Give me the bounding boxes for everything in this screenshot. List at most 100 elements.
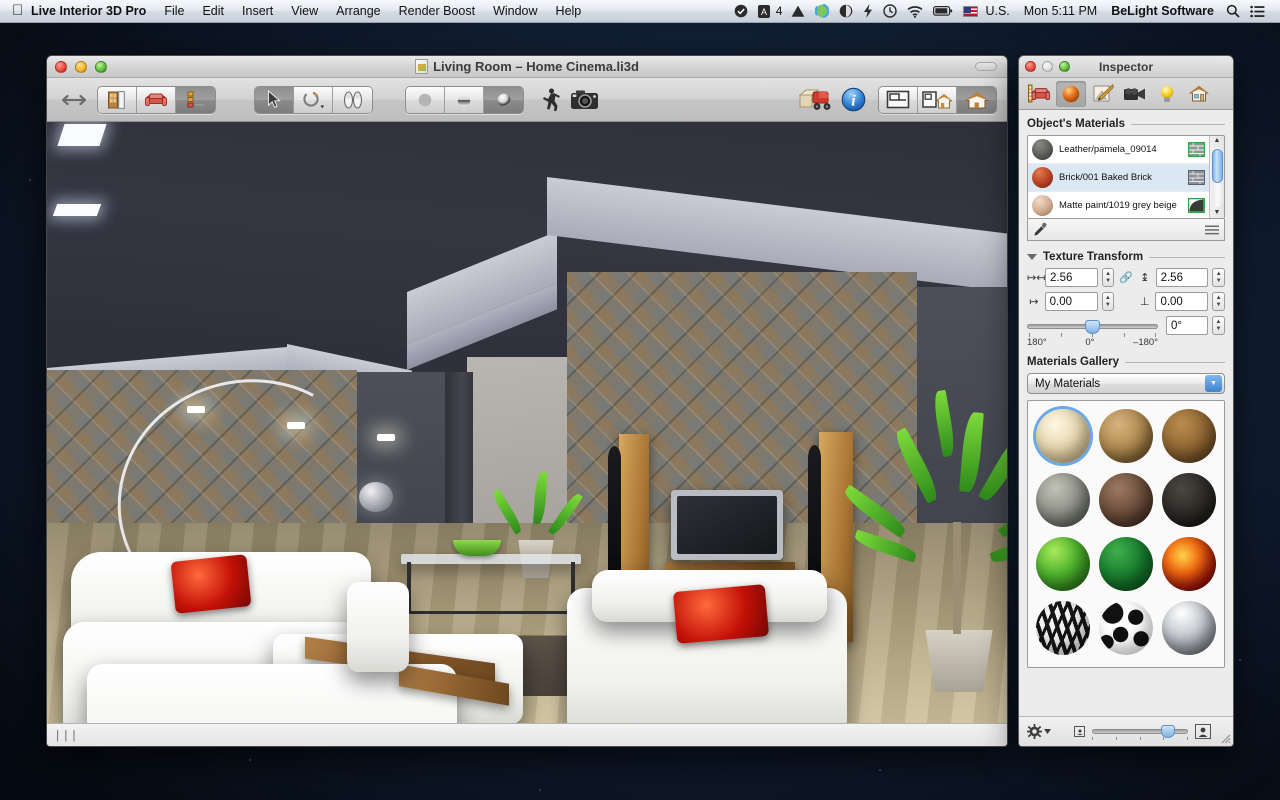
toolbar-walk-tool-button[interactable] <box>333 86 372 113</box>
stepper-down[interactable]: ▼ <box>1216 302 1222 309</box>
scroll-thumb[interactable] <box>1211 149 1223 183</box>
toolbar-furniture-button[interactable] <box>137 86 176 113</box>
stepper-up[interactable]: ▲ <box>1216 319 1222 326</box>
flash-icon[interactable] <box>858 4 878 18</box>
rotation-slider[interactable] <box>1027 320 1158 334</box>
menu-app-name[interactable]: Live Interior 3D Pro <box>22 1 155 22</box>
chevron-down-icon[interactable]: ▼ <box>1205 375 1222 392</box>
texture-offset-x-stepper[interactable]: ▲ ▼ <box>1101 292 1115 311</box>
inspector-tab-camera[interactable] <box>1120 81 1150 107</box>
thumbnail-size-slider[interactable] <box>1092 724 1188 740</box>
stepper-down[interactable]: ▼ <box>1216 278 1222 285</box>
material-swatch-cow-print[interactable] <box>1096 599 1155 657</box>
battery-icon[interactable] <box>928 5 958 17</box>
toolbar-view-split-button[interactable] <box>918 86 957 113</box>
texture-offset-y-input[interactable]: 0.00 <box>1155 292 1209 311</box>
material-row[interactable]: Matte paint/1019 grey beige <box>1028 192 1209 218</box>
resize-tool-icon[interactable] <box>57 86 91 114</box>
scroll-up-arrow[interactable]: ▲ <box>1214 136 1221 146</box>
material-swatch-zebra-print[interactable] <box>1033 599 1092 657</box>
inspector-tab-edit[interactable] <box>1088 81 1118 107</box>
texture-height-stepper[interactable]: ▲ ▼ <box>1212 268 1226 287</box>
texture-transform-header[interactable]: Texture Transform <box>1027 251 1225 263</box>
texture-offset-y-stepper[interactable]: ▲ ▼ <box>1212 292 1226 311</box>
viewport-3d[interactable] <box>47 122 1007 723</box>
input-source-flag-icon[interactable] <box>958 5 985 17</box>
move-objects-truck-icon[interactable] <box>796 86 836 114</box>
material-swatch-light-wood[interactable] <box>1033 407 1092 465</box>
texture-width-input[interactable]: 2.56 <box>1045 268 1098 287</box>
toolbar-object-list-button[interactable] <box>176 86 215 113</box>
toolbar-render-glossy-button[interactable] <box>484 86 523 113</box>
list-menu-icon[interactable] <box>1205 225 1219 235</box>
sync-globe-icon[interactable] <box>810 4 834 18</box>
material-swatch-lava-fire[interactable] <box>1160 535 1219 593</box>
stepper-up[interactable]: ▲ <box>1105 271 1111 278</box>
window-titlebar[interactable]: Living Room – Home Cinema.li3d <box>47 56 1007 78</box>
material-swatch-chrome-metal[interactable] <box>1160 599 1219 657</box>
menu-file[interactable]: File <box>155 1 193 22</box>
time-machine-icon[interactable] <box>878 4 902 18</box>
slider-knob[interactable] <box>1084 320 1100 334</box>
inspector-tab-building[interactable] <box>1184 81 1214 107</box>
toolbar-render-flat-button[interactable] <box>406 86 445 113</box>
inspector-tab-object[interactable] <box>1024 81 1054 107</box>
texture-height-input[interactable]: 2.56 <box>1155 268 1209 287</box>
inspector-titlebar[interactable]: Inspector <box>1019 56 1233 78</box>
notification-center-icon[interactable] <box>1245 5 1270 18</box>
materials-category-select[interactable]: My Materials ▼ <box>1027 373 1225 394</box>
menu-insert[interactable]: Insert <box>233 1 282 22</box>
material-swatch-stone-tile[interactable] <box>1033 471 1092 529</box>
stepper-down[interactable]: ▼ <box>1105 302 1111 309</box>
texture-offset-x-input[interactable]: 0.00 <box>1044 292 1098 311</box>
inspector-tab-light[interactable] <box>1152 81 1182 107</box>
dropbox-icon[interactable] <box>729 4 753 18</box>
google-drive-icon[interactable] <box>786 5 810 18</box>
texture-width-stepper[interactable]: ▲ ▼ <box>1101 268 1115 287</box>
rotation-input[interactable]: 0° <box>1166 316 1208 335</box>
menubar-clock[interactable]: Mon 5:11 PM <box>1017 4 1104 18</box>
eyedropper-icon[interactable] <box>1033 222 1048 237</box>
toolbar-view-2d-plan-button[interactable] <box>879 86 918 113</box>
status-bar-grip[interactable]: ||| <box>54 729 79 743</box>
rotation-stepper[interactable]: ▲ ▼ <box>1212 316 1225 335</box>
stepper-up[interactable]: ▲ <box>1216 295 1222 302</box>
stepper-down[interactable]: ▼ <box>1105 278 1111 285</box>
material-swatch-dark-green[interactable] <box>1096 535 1155 593</box>
resize-grip[interactable] <box>1219 732 1231 744</box>
scroll-track[interactable] <box>1211 147 1223 207</box>
objects-materials-list[interactable]: Leather/pamela_09014 Brick/001 Baked Bri… <box>1027 135 1225 219</box>
info-icon[interactable]: i <box>836 86 870 114</box>
menu-arrange[interactable]: Arrange <box>327 1 389 22</box>
chevron-down-icon[interactable] <box>1027 254 1037 260</box>
toolbar-rotate-tool-button[interactable] <box>294 86 333 113</box>
material-swatch-black-rubber[interactable] <box>1160 471 1219 529</box>
evernote-icon[interactable] <box>834 4 858 18</box>
spotlight-search-icon[interactable] <box>1221 4 1245 18</box>
toolbar-doors-windows-button[interactable] <box>98 86 137 113</box>
walkthrough-icon[interactable] <box>534 86 568 114</box>
menu-view[interactable]: View <box>282 1 327 22</box>
menubar-user-name[interactable]: BeLight Software <box>1104 4 1221 18</box>
small-thumbnail-icon[interactable] <box>1074 726 1085 737</box>
materials-gallery-grid[interactable] <box>1027 400 1225 668</box>
menu-help[interactable]: Help <box>547 1 591 22</box>
toolbar-render-shaded-button[interactable] <box>445 86 484 113</box>
large-thumbnail-icon[interactable] <box>1195 724 1211 739</box>
gear-action-menu-icon[interactable] <box>1027 724 1051 739</box>
menu-render-boost[interactable]: Render Boost <box>390 1 484 22</box>
toolbar-select-tool-button[interactable] <box>255 86 294 113</box>
material-swatch-rough-wood[interactable] <box>1096 407 1155 465</box>
menu-edit[interactable]: Edit <box>193 1 233 22</box>
stepper-down[interactable]: ▼ <box>1216 326 1222 333</box>
wifi-icon[interactable] <box>902 5 928 18</box>
scroll-down-arrow[interactable]: ▼ <box>1214 208 1221 218</box>
materials-list-scrollbar[interactable]: ▲ ▼ <box>1209 136 1224 218</box>
material-row[interactable]: Brick/001 Baked Brick <box>1028 164 1209 192</box>
camera-snapshot-icon[interactable] <box>568 86 602 114</box>
link-icon[interactable]: 🔗 <box>1118 271 1134 284</box>
material-swatch-parquet-wood[interactable] <box>1160 407 1219 465</box>
menu-window[interactable]: Window <box>484 1 546 22</box>
input-source-label[interactable]: U.S. <box>985 4 1016 18</box>
material-row[interactable]: Leather/pamela_09014 <box>1028 136 1209 164</box>
